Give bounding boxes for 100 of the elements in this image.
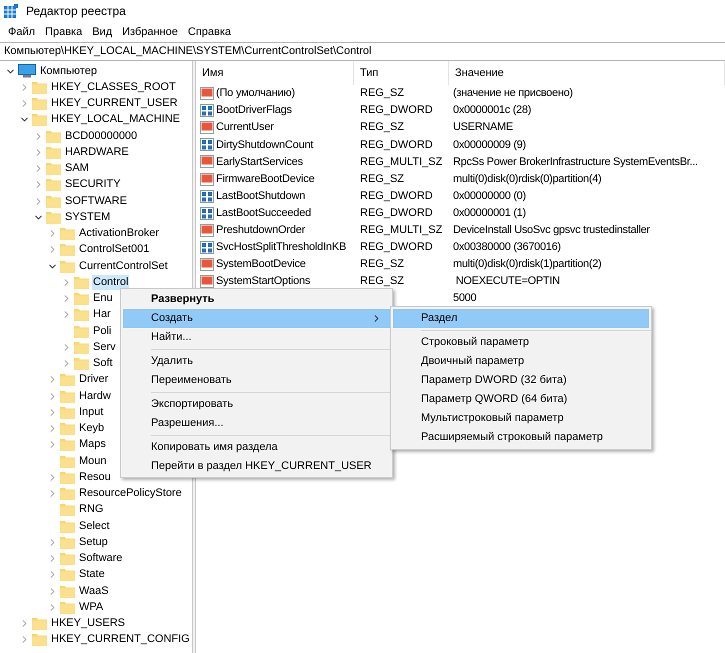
tree-item[interactable]: SOFTWARE — [64, 194, 128, 209]
tree-item[interactable]: Компьютер — [39, 64, 98, 79]
menu-item[interactable]: Раздел — [393, 309, 649, 328]
menu-bar-item[interactable]: Правка — [41, 24, 86, 40]
binary-value-icon — [200, 240, 214, 254]
tree-item[interactable]: HKEY_CURRENT_USER — [50, 96, 179, 112]
menu-item[interactable]: Найти... — [123, 328, 390, 347]
string-value-icon — [200, 275, 214, 288]
menu-item[interactable]: Переименовать — [123, 371, 390, 390]
value-name[interactable]: LastBootSucceeded — [216, 204, 312, 222]
column-header[interactable]: Имя — [196, 61, 354, 85]
tree-item[interactable]: Setup — [78, 534, 109, 550]
tree-item[interactable]: Serv — [92, 340, 117, 355]
tree-item[interactable]: BCD00000000 — [64, 128, 138, 144]
column-header[interactable]: Тип — [354, 61, 449, 85]
menu-bar-item[interactable]: Справка — [184, 24, 236, 40]
value-name[interactable]: SystemStartOptions — [216, 273, 310, 290]
tree-item[interactable]: State — [78, 567, 106, 582]
tree-item[interactable]: Har — [92, 307, 112, 322]
value-type: REG_SZ — [360, 275, 404, 288]
folder-icon — [74, 357, 89, 370]
value-data: NOEXECUTE=OPTIN — [454, 275, 560, 288]
tree-item[interactable]: Poli — [92, 324, 112, 339]
menu-item[interactable]: Удалить — [123, 352, 390, 371]
tree-item[interactable]: ActivationBroker — [78, 226, 160, 242]
value-name[interactable]: EarlyStartServices — [216, 154, 303, 170]
registry-editor-icon — [4, 4, 18, 18]
menu-item[interactable]: Строковый параметр — [393, 333, 649, 352]
menu-item[interactable]: Параметр DWORD (32 бита) — [393, 371, 649, 390]
value-name[interactable]: SystemBootDevice — [216, 256, 306, 273]
tree-item[interactable]: HKEY_USERS — [50, 616, 126, 632]
value-type: REG_SZ — [360, 121, 404, 134]
value-name[interactable]: FirmwareBootDevice — [216, 170, 314, 188]
tree-item[interactable]: SAM — [64, 161, 90, 176]
value-name[interactable]: DirtyShutdownCount — [216, 136, 314, 154]
tree-item[interactable]: WaaS — [78, 584, 110, 599]
menu-item[interactable]: Развернуть — [123, 290, 390, 309]
tree-item[interactable]: Select — [78, 518, 111, 534]
tree-item[interactable]: RNG — [78, 502, 104, 518]
tree-item[interactable]: Hardw — [78, 388, 112, 404]
tree-item[interactable]: Keyb — [78, 421, 106, 436]
value-type: REG_DWORD — [360, 138, 433, 151]
tree-item[interactable]: Driver — [78, 372, 110, 388]
value-name[interactable]: PreshutdownOrder — [216, 222, 306, 239]
value-name[interactable]: LastBootShutdown — [216, 188, 306, 204]
folder-icon — [60, 552, 75, 566]
folder-icon — [46, 194, 61, 208]
tree-item[interactable]: Software — [78, 551, 124, 566]
menu-item[interactable]: Создать — [123, 309, 390, 328]
value-type: REG_MULTI_SZ — [360, 224, 442, 236]
tree-item[interactable]: Soft — [92, 356, 114, 372]
tree-item[interactable]: ControlSet001 — [78, 242, 150, 258]
folder-icon — [60, 503, 75, 516]
value-data: 0x00380000 (3670016) — [453, 241, 561, 254]
tree-item[interactable]: Input — [78, 404, 104, 420]
folder-icon — [46, 130, 61, 143]
value-name[interactable]: BootDriverFlags — [216, 102, 292, 119]
menu-item[interactable]: Копировать имя раздела — [123, 438, 390, 457]
value-data: 0x0000001c (28) — [453, 104, 532, 116]
value-type: REG_SZ — [360, 87, 404, 100]
menu-item[interactable]: Разрешения... — [123, 414, 390, 433]
value-name[interactable]: CurrentUser — [216, 119, 274, 136]
menu-bar-item[interactable]: Избранное — [118, 24, 182, 40]
value-data: RpcSs Power BrokerInfrastructure SystemEventsBr... — [453, 156, 698, 168]
folder-icon — [32, 113, 47, 126]
tree-item[interactable]: Maps — [78, 437, 107, 452]
menu-item[interactable]: Экспортировать — [123, 395, 390, 414]
tree-item[interactable]: SYSTEM — [64, 210, 112, 225]
tree-item[interactable]: CurrentControlSet — [78, 258, 169, 274]
tree-item[interactable]: ResourcePolicyStore — [78, 486, 183, 502]
menu-bar-item[interactable]: Вид — [88, 24, 116, 40]
tree-item[interactable]: HKEY_CURRENT_CONFIG — [50, 632, 191, 648]
value-name[interactable]: SvcHostSplitThresholdInKB — [216, 239, 346, 256]
folder-icon — [74, 276, 89, 289]
folder-icon — [60, 568, 75, 582]
tree-item[interactable]: Moun — [78, 454, 108, 469]
column-header[interactable]: Значение — [449, 61, 725, 85]
value-type: REG_MULTI_SZ — [360, 156, 442, 168]
menu-item[interactable]: Двоичный параметр — [393, 352, 649, 371]
value-data: multi(0)disk(0)rdisk(1)partition(2) — [453, 258, 602, 270]
tree-item[interactable]: HKEY_LOCAL_MACHINE — [50, 112, 181, 128]
menu-item[interactable]: Параметр QWORD (64 бита) — [393, 390, 649, 409]
folder-icon — [32, 80, 47, 94]
tree-item[interactable]: HARDWARE — [64, 144, 130, 160]
tree-item[interactable]: Enu — [92, 291, 114, 306]
menu-item[interactable]: Перейти в раздел HKEY_CURRENT_USER — [123, 457, 390, 476]
tree-item[interactable]: Control — [92, 274, 130, 290]
menu-bar-item[interactable]: Файл — [4, 24, 40, 40]
menu-item[interactable]: Мультистроковый параметр — [393, 409, 649, 428]
menu-item[interactable]: Расширяемый строковый параметр — [393, 428, 649, 447]
folder-icon — [60, 390, 75, 403]
value-type: REG_DWORD — [360, 241, 433, 254]
address-bar[interactable]: Компьютер\HKEY_LOCAL_MACHINE\SYSTEM\CurrentControlSet\Control — [0, 42, 725, 61]
tree-item[interactable]: Resou — [78, 470, 112, 485]
tree-item[interactable]: WPA — [78, 600, 104, 615]
tree-item[interactable]: HKEY_CLASSES_ROOT — [50, 80, 177, 95]
tree-item[interactable]: SECURITY — [64, 177, 122, 192]
folder-icon — [60, 260, 75, 273]
value-name[interactable]: (По умолчанию) — [216, 85, 295, 102]
value-data: 0x00000001 (1) — [453, 206, 526, 219]
